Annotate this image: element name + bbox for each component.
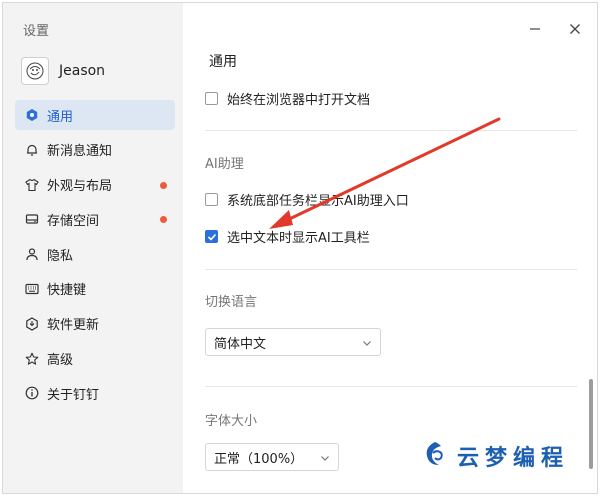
main-panel: 通用 始终在浏览器中打开文档 AI助理 系统底部任务栏显示AI助理入口 选中文本… [183,3,597,493]
info-icon [25,386,39,400]
sidebar-item-label: 关于钉钉 [47,387,100,403]
divider [205,386,577,387]
language-select-value: 简体中文 [214,336,267,352]
general-icon [25,108,39,122]
ai-assistant-heading: AI助理 [205,157,244,172]
sidebar-item-about[interactable]: 关于钉钉 [15,378,175,408]
sidebar-item-label: 高级 [47,353,74,369]
star-icon [25,352,39,366]
shirt-icon [25,178,39,192]
taskbar-ai-label: 系统底部任务栏显示AI助理入口 [227,194,409,209]
sidebar-item-label: 存储空间 [47,213,100,229]
font-size-select[interactable]: 正常（100%） [205,443,339,471]
divider [205,130,577,131]
ai-toolbar-row[interactable]: 选中文本时显示AI工具栏 [205,227,370,246]
sidebar-nav: 通用 新消息通知 外观与布局 存储空间 隐私 快捷键 软件更新 高级 关于钉钉 [15,100,175,413]
scrollbar[interactable] [589,379,593,469]
ai-toolbar-label: 选中文本时显示AI工具栏 [227,231,370,246]
chevron-down-icon [320,452,330,462]
sidebar: 设置 Jeason 通用 新消息通知 外观与布局 存储空间 隐私 快捷键 软件更… [3,3,183,493]
sidebar-item-shortcuts[interactable]: 快捷键 [15,274,175,304]
sidebar-item-advanced[interactable]: 高级 [15,344,175,374]
sidebar-item-general[interactable]: 通用 [15,100,175,130]
watermark: 云梦编程 [421,439,569,473]
sidebar-item-storage[interactable]: 存储空间 [15,204,175,234]
sidebar-title: 设置 [23,24,50,39]
minimize-button[interactable] [527,21,543,37]
taskbar-ai-row[interactable]: 系统底部任务栏显示AI助理入口 [205,190,409,209]
profile[interactable]: Jeason [21,57,105,85]
sidebar-item-label: 快捷键 [47,283,87,299]
taskbar-ai-checkbox[interactable] [205,193,218,206]
divider [205,269,577,270]
ai-toolbar-checkbox[interactable] [205,230,218,243]
keyboard-icon [25,282,39,296]
update-icon [25,317,39,331]
sidebar-item-label: 通用 [47,109,74,125]
open-in-browser-label: 始终在浏览器中打开文档 [227,93,371,108]
bell-icon [25,143,39,157]
sidebar-item-appearance[interactable]: 外观与布局 [15,170,175,200]
sidebar-item-privacy[interactable]: 隐私 [15,239,175,269]
close-icon [569,20,581,39]
open-in-browser-row[interactable]: 始终在浏览器中打开文档 [205,89,370,108]
sidebar-item-label: 新消息通知 [47,144,113,160]
open-in-browser-checkbox[interactable] [205,92,218,105]
sidebar-item-label: 外观与布局 [47,179,113,195]
watermark-text: 云梦编程 [457,446,570,471]
notification-dot [160,216,167,224]
minimize-icon [529,20,541,39]
language-heading: 切换语言 [205,295,258,310]
sidebar-item-label: 隐私 [47,248,74,264]
sidebar-item-label: 软件更新 [47,318,100,334]
username: Jeason [59,63,106,79]
storage-icon [25,212,39,226]
font-size-heading: 字体大小 [205,414,258,429]
font-size-select-value: 正常（100%） [214,451,304,467]
chevron-down-icon [362,337,372,347]
notification-dot [160,181,167,189]
person-icon [25,247,39,261]
avatar[interactable] [21,57,49,85]
language-select[interactable]: 简体中文 [205,328,381,356]
sidebar-item-notifications[interactable]: 新消息通知 [15,135,175,165]
cloud-logo-icon [421,439,449,473]
settings-window: 设置 Jeason 通用 新消息通知 外观与布局 存储空间 隐私 快捷键 软件更… [2,2,598,494]
section-title: 通用 [209,54,237,70]
close-button[interactable] [567,21,583,37]
sidebar-item-update[interactable]: 软件更新 [15,309,175,339]
